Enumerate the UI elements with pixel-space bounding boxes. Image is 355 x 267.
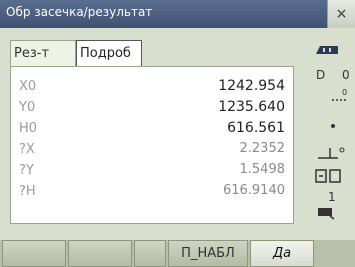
result-label: H0 <box>19 121 38 136</box>
result-value: 1235.640 <box>218 99 285 115</box>
result-row-x0: X0 1242.954 <box>11 77 293 98</box>
function-key-2[interactable] <box>68 240 132 267</box>
target-icon: 0 <box>330 88 350 105</box>
tab-result-label: Рез-т <box>14 46 50 61</box>
result-panel: X0 1242.954 Y0 1235.640 H0 616.561 ?X 2.… <box>10 66 294 224</box>
result-label: X0 <box>19 79 37 94</box>
keyboard-icon <box>316 206 336 223</box>
result-value: 616.9140 <box>222 183 285 198</box>
face-indicator: D <box>316 68 326 82</box>
result-row-dh: ?H 616.9140 <box>11 182 293 203</box>
result-row-dx: ?X 2.2352 <box>11 140 293 161</box>
function-key-1[interactable] <box>2 240 66 267</box>
function-key-bar: П_НАБЛ Да <box>0 240 355 267</box>
dot-icon <box>330 118 336 132</box>
zero-indicator: 0 <box>342 68 350 82</box>
result-label: ?H <box>19 184 36 199</box>
level-icon <box>316 144 346 165</box>
tab-detail[interactable]: Подроб <box>76 40 142 67</box>
result-label: ?Y <box>19 163 34 178</box>
observe-button[interactable]: П_НАБЛ <box>168 240 248 267</box>
tab-result[interactable]: Рез-т <box>10 40 76 67</box>
result-value: 2.2352 <box>239 141 286 156</box>
close-button[interactable]: × <box>327 0 355 28</box>
result-row-dy: ?Y 1.5498 <box>11 161 293 182</box>
function-key-3[interactable] <box>134 240 166 267</box>
yes-button[interactable]: Да <box>250 240 314 267</box>
mode-icon <box>314 168 344 187</box>
page-indicator: 1 <box>328 190 336 204</box>
result-value: 1242.954 <box>218 78 285 94</box>
status-sidebar: D 0 0 1 <box>300 40 355 224</box>
svg-text:0: 0 <box>342 88 347 97</box>
result-row-h0: H0 616.561 <box>11 119 293 140</box>
result-label: ?X <box>19 142 35 157</box>
result-value: 1.5498 <box>239 162 286 177</box>
result-label: Y0 <box>19 100 36 115</box>
result-value: 616.561 <box>227 120 285 136</box>
title-bar: Обр засечка/результат × <box>0 0 355 28</box>
result-row-y0: Y0 1235.640 <box>11 98 293 119</box>
tab-detail-label: Подроб <box>80 46 131 61</box>
battery-icon <box>314 44 340 59</box>
window-title: Обр засечка/результат <box>6 5 153 19</box>
